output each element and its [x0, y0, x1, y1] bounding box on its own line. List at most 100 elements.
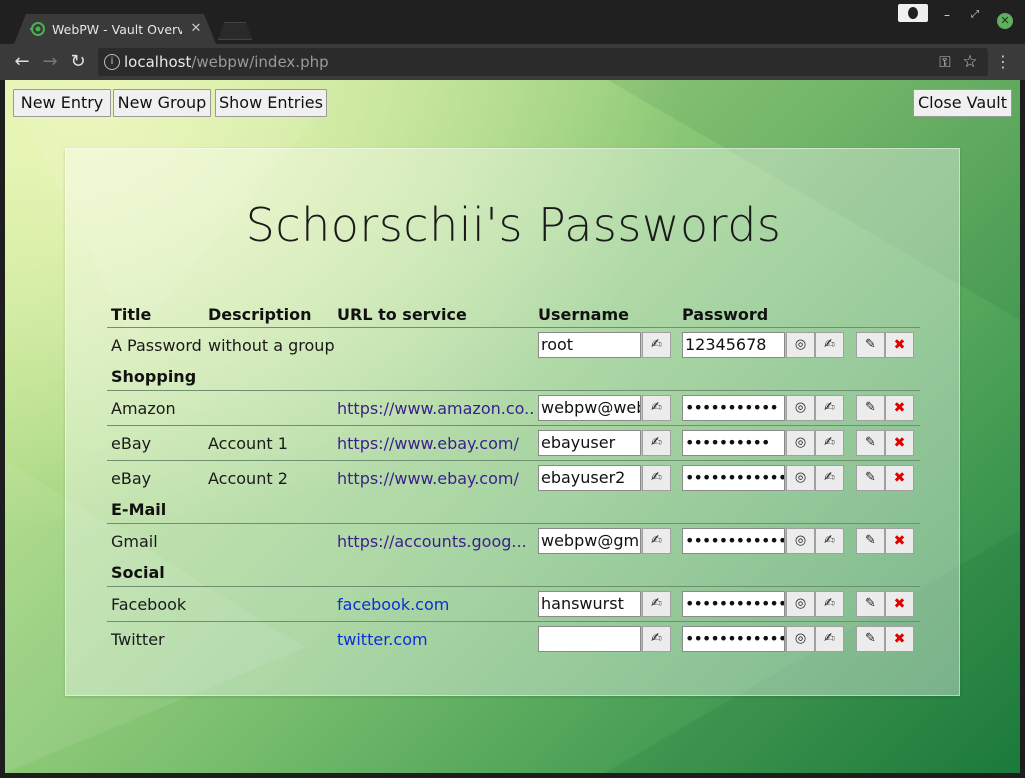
browser-menu-icon[interactable]: ⋮: [995, 52, 1011, 72]
delete-entry-icon[interactable]: ✖: [885, 465, 914, 491]
show-password-icon[interactable]: ◎: [786, 430, 815, 456]
copy-password-icon[interactable]: ✍: [815, 430, 844, 456]
entry-title: Gmail: [111, 532, 158, 551]
password-field[interactable]: ••••••••••••: [682, 528, 785, 554]
username-field[interactable]: webpw@web: [538, 395, 641, 421]
reload-icon[interactable]: ↻: [68, 52, 88, 72]
forward-arrow-icon[interactable]: →: [40, 52, 60, 72]
back-arrow-icon[interactable]: ←: [12, 52, 32, 72]
copy-password-icon[interactable]: ✍: [815, 626, 844, 652]
copy-username-icon[interactable]: ✍: [642, 332, 671, 358]
copy-password-icon[interactable]: ✍: [815, 465, 844, 491]
delete-entry-icon[interactable]: ✖: [885, 332, 914, 358]
username-field[interactable]: hanswurst: [538, 591, 641, 617]
entry-url-link[interactable]: https://www.ebay.com/: [337, 434, 533, 454]
group-heading: Social: [111, 563, 165, 582]
delete-entry-icon[interactable]: ✖: [885, 528, 914, 554]
password-field[interactable]: ••••••••••••••: [682, 626, 785, 652]
new-tab-button[interactable]: [218, 22, 252, 40]
window-close-icon[interactable]: ✕: [997, 13, 1013, 29]
password-field[interactable]: ••••••••••: [682, 430, 785, 456]
username-field[interactable]: root: [538, 332, 641, 358]
username-field[interactable]: [538, 626, 641, 652]
header-url: URL to service: [337, 305, 467, 324]
delete-entry-icon[interactable]: ✖: [885, 591, 914, 617]
edit-entry-icon[interactable]: ✎: [856, 465, 885, 491]
tab-close-icon[interactable]: ✕: [188, 20, 204, 38]
key-icon[interactable]: ⚿: [936, 52, 954, 72]
copy-password-icon[interactable]: ✍: [815, 591, 844, 617]
header-title: Title: [111, 305, 152, 324]
delete-entry-icon[interactable]: ✖: [885, 395, 914, 421]
edit-entry-icon[interactable]: ✎: [856, 430, 885, 456]
show-password-icon[interactable]: ◎: [786, 332, 815, 358]
entry-title: eBay: [111, 434, 152, 453]
username-field[interactable]: ebayuser: [538, 430, 641, 456]
entry-url-link[interactable]: https://www.amazon.co...: [337, 399, 533, 419]
entry-description: Account 2: [208, 469, 288, 488]
close-vault-button[interactable]: Close Vault: [913, 89, 1012, 117]
tab-favicon-icon: [30, 22, 45, 36]
edit-entry-icon[interactable]: ✎: [856, 626, 885, 652]
username-field[interactable]: ebayuser2: [538, 465, 641, 491]
info-icon[interactable]: i: [104, 54, 120, 70]
copy-username-icon[interactable]: ✍: [642, 395, 671, 421]
header-description: Description: [208, 305, 312, 324]
group-heading: Shopping: [111, 367, 197, 386]
edit-entry-icon[interactable]: ✎: [856, 528, 885, 554]
edit-entry-icon[interactable]: ✎: [856, 395, 885, 421]
copy-username-icon[interactable]: ✍: [642, 591, 671, 617]
tab-title: WebPW - Vault Overview: [52, 22, 182, 37]
copy-password-icon[interactable]: ✍: [815, 332, 844, 358]
entry-title: Twitter: [111, 630, 165, 649]
divider: [107, 327, 920, 328]
entry-title: Amazon: [111, 399, 176, 418]
show-password-icon[interactable]: ◎: [786, 626, 815, 652]
copy-username-icon[interactable]: ✍: [642, 626, 671, 652]
copy-password-icon[interactable]: ✍: [815, 528, 844, 554]
entry-url-link[interactable]: https://www.ebay.com/: [337, 469, 533, 489]
divider: [107, 586, 920, 587]
entry-description: without a group: [208, 336, 335, 355]
password-field[interactable]: ••••••••••••: [682, 591, 785, 617]
copy-password-icon[interactable]: ✍: [815, 395, 844, 421]
divider: [107, 425, 920, 426]
show-password-icon[interactable]: ◎: [786, 591, 815, 617]
entry-url-link[interactable]: https://accounts.goog...: [337, 532, 533, 552]
show-password-icon[interactable]: ◎: [786, 465, 815, 491]
page-viewport: New Entry New Group Show Entries Close V…: [5, 80, 1020, 773]
page-title: Schorschii's Passwords: [245, 198, 782, 252]
group-heading: E-Mail: [111, 500, 167, 519]
password-field[interactable]: •••••••••••: [682, 395, 785, 421]
edit-entry-icon[interactable]: ✎: [856, 591, 885, 617]
bookmark-star-icon[interactable]: ☆: [960, 52, 980, 72]
delete-entry-icon[interactable]: ✖: [885, 430, 914, 456]
entry-title: Facebook: [111, 595, 187, 614]
divider: [107, 523, 920, 524]
url-text[interactable]: localhost/webpw/index.php: [124, 52, 329, 72]
edit-entry-icon[interactable]: ✎: [856, 332, 885, 358]
minimize-icon[interactable]: –: [940, 8, 954, 22]
profile-icon[interactable]: [898, 4, 928, 22]
username-field[interactable]: webpw@gma: [538, 528, 641, 554]
new-entry-button[interactable]: New Entry: [13, 89, 111, 117]
divider: [107, 390, 920, 391]
show-password-icon[interactable]: ◎: [786, 528, 815, 554]
entry-url-link[interactable]: twitter.com: [337, 630, 533, 650]
new-group-button[interactable]: New Group: [113, 89, 211, 117]
header-password: Password: [682, 305, 769, 324]
copy-username-icon[interactable]: ✍: [642, 465, 671, 491]
delete-entry-icon[interactable]: ✖: [885, 626, 914, 652]
password-field[interactable]: 12345678: [682, 332, 785, 358]
show-entries-button[interactable]: Show Entries: [215, 89, 327, 117]
copy-username-icon[interactable]: ✍: [642, 430, 671, 456]
entry-description: Account 1: [208, 434, 288, 453]
divider: [107, 460, 920, 461]
entry-url-link[interactable]: facebook.com: [337, 595, 533, 615]
entry-title: eBay: [111, 469, 152, 488]
show-password-icon[interactable]: ◎: [786, 395, 815, 421]
copy-username-icon[interactable]: ✍: [642, 528, 671, 554]
password-field[interactable]: •••••••••••••: [682, 465, 785, 491]
entry-title: A Password: [111, 336, 202, 355]
maximize-icon[interactable]: ⤢: [968, 8, 982, 22]
